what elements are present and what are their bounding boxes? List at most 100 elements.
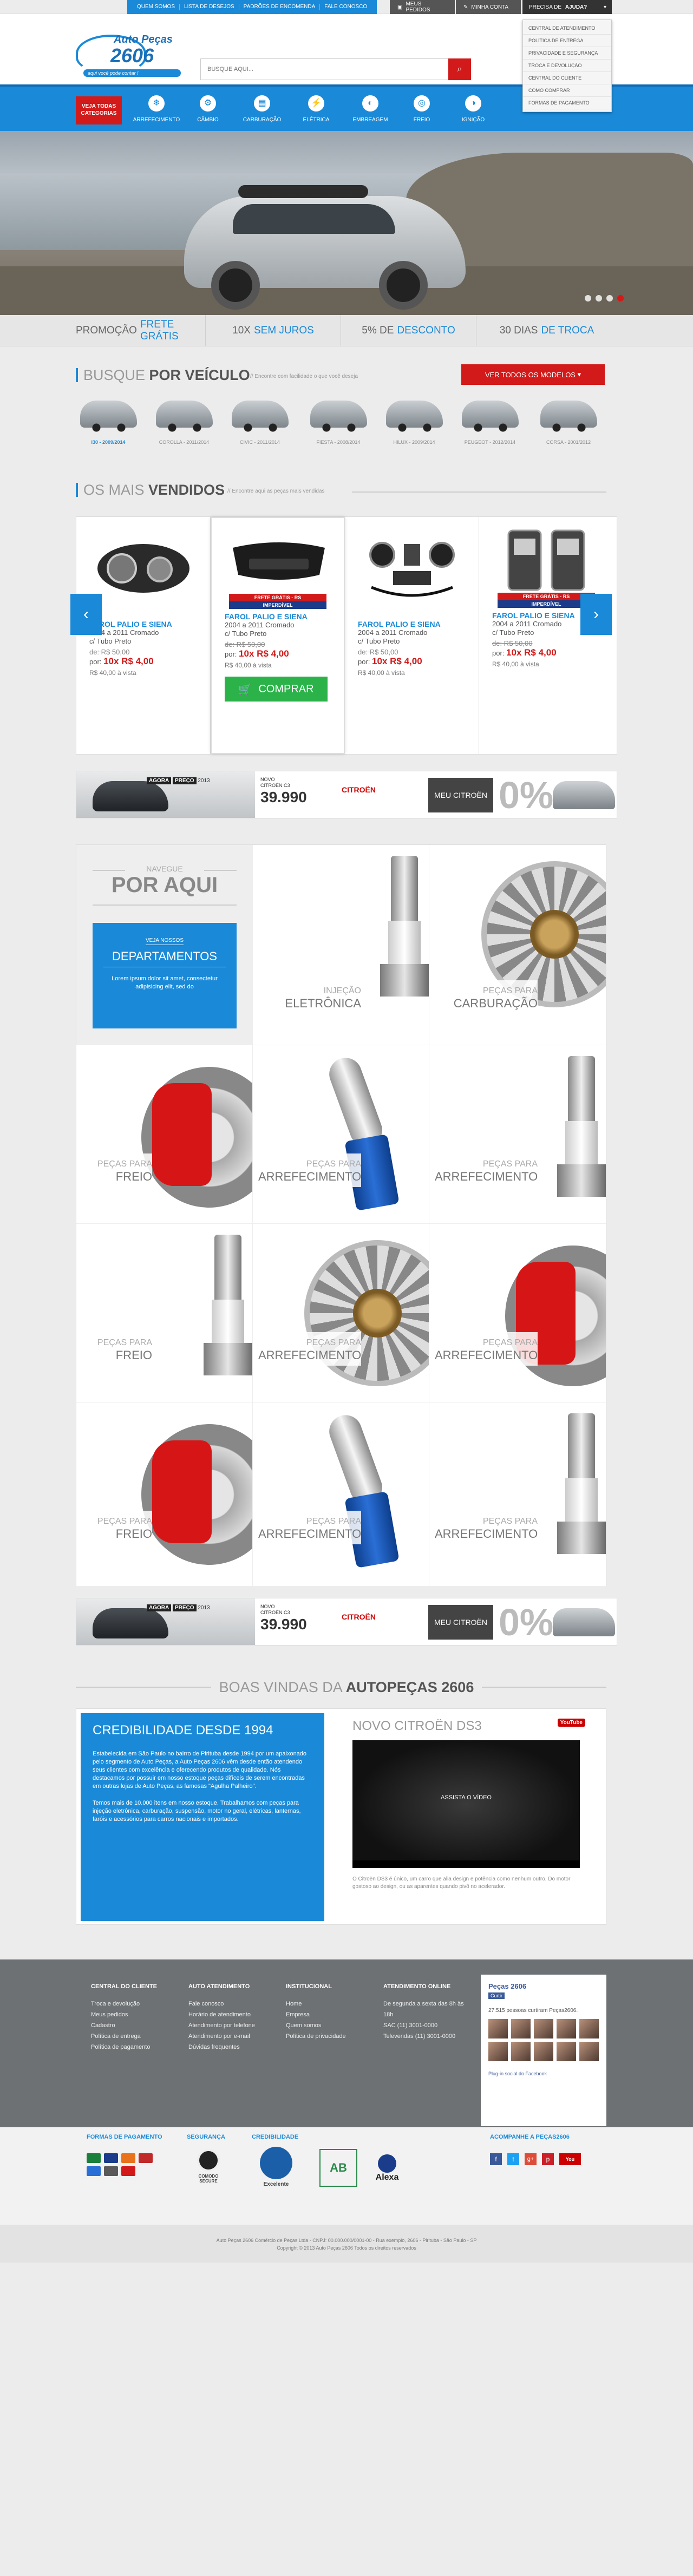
footer-link[interactable]: Troca e devolução [91, 1998, 178, 2009]
view-all-models-button[interactable]: VER TODOS OS MODELOS ▾ [461, 364, 605, 385]
departments-box[interactable]: VEJA NOSSOS DEPARTAMENTOS Lorem ipsum do… [93, 923, 237, 1028]
citroen-banner[interactable]: AGORA PREÇO 2013 NOVO CITROËN C3 39.990 CI… [76, 1598, 617, 1646]
avatar[interactable] [488, 2042, 508, 2061]
all-categories-button[interactable]: VEJA TODAS CATEGORIAS [76, 96, 122, 124]
model-corsa[interactable]: CORSA - 2001/2012 [536, 401, 601, 460]
help-menu-item[interactable]: CENTRAL DO CLIENTE [523, 72, 611, 84]
help-menu-item[interactable]: TROCA E DEVOLUÇÃO [523, 60, 611, 72]
logo[interactable]: Auto Peças 2606 aqui você pode contar ! [76, 31, 187, 81]
my-account-link[interactable]: ✎ MINHA CONTA [456, 0, 521, 14]
footer-link[interactable]: Política de entrega [91, 2031, 178, 2042]
department-tile[interactable]: PEÇAS PARA CARBURAÇÃO [429, 845, 606, 1045]
product-card[interactable]: FAROL PALIO E SIENA 2004 a 2011 Cromado … [345, 517, 479, 754]
model-hilux[interactable]: HILUX - 2009/2014 [382, 401, 447, 460]
nav-item-cambio[interactable]: ⚙ CÂMBIO [184, 92, 232, 130]
top-link-fale-conosco[interactable]: FALE CONOSCO [320, 4, 371, 10]
slider-dot-active[interactable] [617, 295, 624, 301]
avatar[interactable] [579, 2042, 599, 2061]
brake-caliper-image [141, 1424, 252, 1565]
video-controls[interactable] [352, 1860, 580, 1868]
department-tile[interactable]: PEÇAS PARA FREIO [76, 1402, 253, 1587]
avatar[interactable] [511, 2042, 531, 2061]
help-menu-item[interactable]: COMO COMPRAR [523, 84, 611, 97]
product-name[interactable]: FAROL PALIO E SIENA [225, 612, 331, 621]
department-tile[interactable]: INJEÇÃO ELETRÔNICA [253, 845, 429, 1045]
search-button[interactable]: ⌕ [448, 58, 471, 80]
footer-link[interactable]: Dúvidas frequentes [188, 2042, 275, 2053]
department-tile[interactable]: PEÇAS PARA ARREFECIMENTO [429, 1402, 606, 1587]
help-menu-item[interactable]: POLÍTICA DE ENTREGA [523, 35, 611, 47]
hero-slider[interactable] [0, 131, 693, 315]
search-input[interactable] [201, 59, 444, 80]
fb-like-button[interactable]: Curtir [488, 1992, 505, 1999]
footer-link[interactable]: Atendimento por telefone [188, 2020, 275, 2031]
buy-button[interactable]: 🛒 COMPRAR [225, 677, 328, 702]
avatar[interactable] [488, 2019, 508, 2038]
product-name[interactable]: FAROL PALIO E SIENA [358, 620, 466, 628]
department-tile[interactable]: PEÇAS PARA ARREFECIMENTO [429, 1224, 606, 1402]
footer-link[interactable]: Quem somos [286, 2020, 372, 2031]
footer-link[interactable]: Horário de atendimento [188, 2009, 275, 2020]
googleplus-icon[interactable]: g+ [525, 2153, 537, 2165]
nav-item-ignicao[interactable]: ◑ IGNIÇÃO [449, 92, 497, 130]
department-tile[interactable]: PEÇAS PARA FREIO [76, 1224, 253, 1402]
footer-link[interactable]: Meus pedidos [91, 2009, 178, 2020]
twitter-icon[interactable]: t [507, 2153, 519, 2165]
footer-link[interactable]: Política de privacidade [286, 2031, 372, 2042]
help-menu-item[interactable]: FORMAS DE PAGAMENTO [523, 97, 611, 109]
my-orders-link[interactable]: ▣ MEUS PEDIDOS [390, 0, 455, 14]
youtube-icon[interactable]: You [559, 2153, 581, 2165]
product-name[interactable]: FAROL PALIO E SIENA [89, 620, 197, 628]
nav-item-freio[interactable]: ◎ FREIO [398, 92, 446, 130]
avatar[interactable] [534, 2042, 553, 2061]
product-card[interactable]: FRETE GRÁTIS - RS IMPERDÍVEL FAROL PALIO … [479, 517, 613, 754]
footer-link[interactable]: Fale conosco [188, 1998, 275, 2009]
department-tile[interactable]: PEÇAS PARA ARREFECIMENTO [253, 1224, 429, 1402]
avatar[interactable] [579, 2019, 599, 2038]
department-tile[interactable]: PEÇAS PARA FREIO [76, 1045, 253, 1224]
carousel-next-button[interactable]: › [580, 594, 612, 635]
car-thumbnail [461, 401, 519, 432]
footer-link[interactable]: Atendimento por e-mail [188, 2031, 275, 2042]
slider-dot[interactable] [585, 295, 591, 301]
carousel-prev-button[interactable]: ‹ [70, 594, 102, 635]
top-link-quem-somos[interactable]: QUEM SOMOS [133, 4, 180, 10]
product-card[interactable]: FRETE GRÁTIS - RS IMPERDÍVEL FAROL PALIO … [211, 517, 345, 754]
avatar[interactable] [557, 2019, 576, 2038]
department-tile[interactable]: PEÇAS PARA ARREFECIMENTO [253, 1045, 429, 1224]
nav-item-embreagem[interactable]: ◐ EMBREAGEM [346, 92, 394, 130]
facebook-icon[interactable]: f [490, 2153, 502, 2165]
citroen-banner[interactable]: AGORA PREÇO 2013 NOVO CITROËN C3 39.990 CI… [76, 771, 617, 818]
department-label: PEÇAS PARA ARREFECIMENTO [253, 1153, 361, 1187]
slider-dot[interactable] [596, 295, 602, 301]
nav-item-arrefecimento[interactable]: ❄ ARREFECIMENTO [133, 92, 180, 130]
top-link-padroes[interactable]: PADRÕES DE ENCOMENDA [239, 4, 321, 10]
help-menu-item[interactable]: CENTRAL DE ATENDIMENTO [523, 22, 611, 35]
nav-item-carburacao[interactable]: ▤ CARBURAÇÃO [238, 92, 286, 130]
slider-dot[interactable] [606, 295, 613, 301]
avatar[interactable] [534, 2019, 553, 2038]
footer-link[interactable]: Home [286, 1998, 372, 2009]
alexa-icon [378, 2154, 396, 2173]
top-link-lista-desejos[interactable]: LISTA DE DESEJOS [180, 4, 239, 10]
footer-link[interactable]: Cadastro [91, 2020, 178, 2031]
product-card[interactable]: FAROL PALIO E SIENA 2004 a 2011 Cromado … [76, 517, 211, 754]
model-civic[interactable]: CIVIC - 2011/2014 [227, 401, 292, 460]
avatar[interactable] [511, 2019, 531, 2038]
avatar[interactable] [557, 2042, 576, 2061]
department-tile[interactable]: PEÇAS PARA ARREFECIMENTO [253, 1402, 429, 1587]
model-fiesta[interactable]: FIESTA - 2008/2014 [306, 401, 371, 460]
model-i30[interactable]: I30 - 2009/2014 [76, 401, 141, 460]
fb-page-name[interactable]: Peças 2606 [488, 1982, 599, 1990]
footer-link[interactable]: Política de pagamento [91, 2042, 178, 2053]
help-menu-item[interactable]: PRIVACIDADE E SEGURANÇA [523, 47, 611, 60]
model-peugeot[interactable]: PEUGEOT - 2012/2014 [457, 401, 522, 460]
help-dropdown[interactable]: PRECISA DE AJUDA? ▾ [522, 0, 612, 14]
footer-link[interactable]: Empresa [286, 2009, 372, 2020]
video-player[interactable]: ASSISTA O VÍDEO [352, 1740, 580, 1868]
pinterest-icon[interactable]: p [542, 2153, 554, 2165]
department-tile[interactable]: PEÇAS PARA ARREFECIMENTO [429, 1045, 606, 1224]
model-corolla[interactable]: COROLLA - 2011/2014 [152, 401, 217, 460]
nav-item-eletrica[interactable]: ⚡ ELÉTRICA [292, 92, 340, 130]
product-desc: c/ Tubo Preto [358, 637, 400, 645]
